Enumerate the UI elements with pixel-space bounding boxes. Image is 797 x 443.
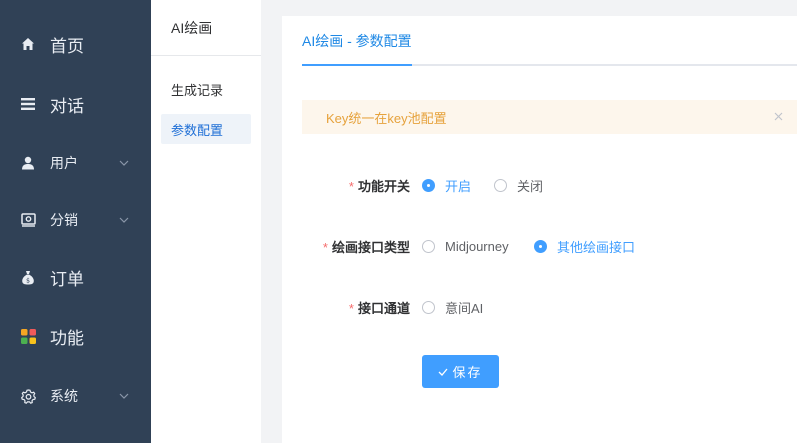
chevron-down-icon	[119, 215, 129, 225]
save-button-label: 保存	[452, 365, 483, 380]
submenu-item-config[interactable]: 参数配置	[161, 114, 251, 144]
radio-disable[interactable]: 关闭	[494, 176, 543, 195]
submenu-item-records[interactable]: 生成记录	[161, 74, 251, 104]
user-icon	[20, 155, 36, 171]
radio-dot	[534, 239, 547, 253]
save-button[interactable]: 保存	[422, 355, 499, 388]
sidebar: 首页 对话 用户 分销 $ 订单 功能 系统	[0, 0, 151, 443]
gear-icon	[20, 388, 36, 404]
main-panel: AI绘画 - 参数配置 Key统一在key池配置 * 功能开关 开启 关闭 * 绘画…	[282, 16, 797, 443]
nav-item-users[interactable]: 用户	[0, 138, 151, 188]
nav-item-label: 订单	[50, 269, 84, 289]
radio-dot	[422, 239, 435, 253]
radio-yijian-ai[interactable]: 意间AI	[422, 298, 483, 317]
close-icon[interactable]	[771, 109, 785, 123]
radio-enable[interactable]: 开启	[422, 176, 471, 195]
radio-dot	[494, 178, 507, 192]
svg-text:$: $	[26, 277, 30, 284]
nav-item-system[interactable]: 系统	[0, 371, 151, 421]
form-label: * 接口通道	[349, 298, 410, 317]
submenu-title: AI绘画	[151, 0, 261, 56]
radio-midjourney[interactable]: Midjourney	[422, 239, 509, 254]
radio-other-api[interactable]: 其他绘画接口	[534, 237, 635, 256]
tab-active-indicator	[302, 64, 412, 66]
list-icon	[20, 96, 36, 112]
required-mark: *	[348, 178, 354, 194]
form-label: * 功能开关	[349, 176, 410, 195]
radio-dot	[422, 300, 435, 314]
label-text: 功能开关	[357, 178, 410, 194]
nav-item-features[interactable]: 功能	[0, 311, 151, 361]
money-bag-icon: $	[20, 269, 36, 285]
radio-label: 关闭	[517, 178, 544, 194]
check-icon	[439, 368, 448, 376]
nav-item-home[interactable]: 首页	[0, 19, 151, 69]
form-row-feature-switch: * 功能开关 开启 关闭	[302, 170, 797, 200]
form-row-api-type: * 绘画接口类型 Midjourney 其他绘画接口	[302, 231, 797, 261]
form-row-api-channel: * 接口通道 意间AI	[302, 292, 797, 322]
tab-bar: AI绘画 - 参数配置	[302, 16, 797, 66]
nav-item-label: 功能	[50, 328, 84, 348]
required-mark: *	[348, 300, 354, 316]
nav-item-chat[interactable]: 对话	[0, 79, 151, 129]
radio-label: Midjourney	[445, 238, 509, 254]
radio-label: 开启	[445, 178, 472, 194]
nav-item-distribution[interactable]: 分销	[0, 195, 151, 245]
home-icon	[20, 36, 36, 52]
radio-dot	[422, 178, 435, 192]
nav-item-label: 系统	[50, 388, 78, 404]
label-text: 绘画接口类型	[331, 239, 410, 255]
nav-item-label: 首页	[50, 36, 84, 56]
radio-label: 其他绘画接口	[557, 239, 636, 255]
alert-text: Key统一在key池配置	[326, 110, 447, 126]
grid-icon	[20, 328, 36, 344]
form-label: * 绘画接口类型	[323, 237, 410, 256]
label-text: 接口通道	[357, 300, 410, 316]
nav-item-orders[interactable]: $ 订单	[0, 252, 151, 302]
nav-item-label: 对话	[50, 96, 84, 116]
required-mark: *	[322, 239, 328, 255]
radio-label: 意间AI	[445, 300, 484, 316]
warning-alert: Key统一在key池配置	[302, 100, 797, 134]
tab-param-config[interactable]: AI绘画 - 参数配置	[302, 16, 414, 66]
nav-item-label: 用户	[50, 155, 78, 171]
submenu: AI绘画 生成记录 参数配置	[151, 0, 261, 443]
distribution-icon	[20, 212, 36, 228]
chevron-down-icon	[119, 158, 129, 168]
chevron-down-icon	[119, 391, 129, 401]
nav-item-label: 分销	[50, 212, 78, 228]
